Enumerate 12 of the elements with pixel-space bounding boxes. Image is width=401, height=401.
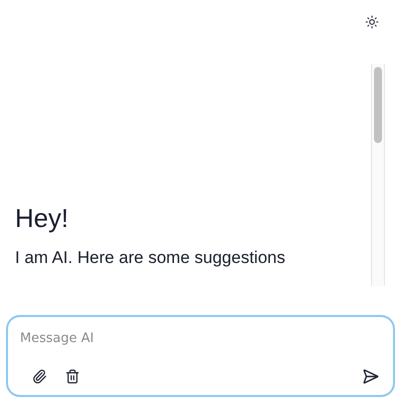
theme-toggle-button[interactable] <box>365 15 379 29</box>
greeting-title: Hey! <box>15 203 70 234</box>
attach-button[interactable] <box>32 369 47 384</box>
greeting-subtitle: I am AI. Here are some suggestions <box>15 248 286 268</box>
send-button[interactable] <box>362 368 379 385</box>
delete-button[interactable] <box>65 369 80 384</box>
sun-icon <box>365 15 379 29</box>
trash-icon <box>65 369 80 384</box>
send-icon <box>362 368 379 385</box>
message-composer[interactable]: Message AI <box>6 315 395 397</box>
scrollbar-thumb[interactable] <box>374 67 382 143</box>
paperclip-icon <box>32 369 47 384</box>
